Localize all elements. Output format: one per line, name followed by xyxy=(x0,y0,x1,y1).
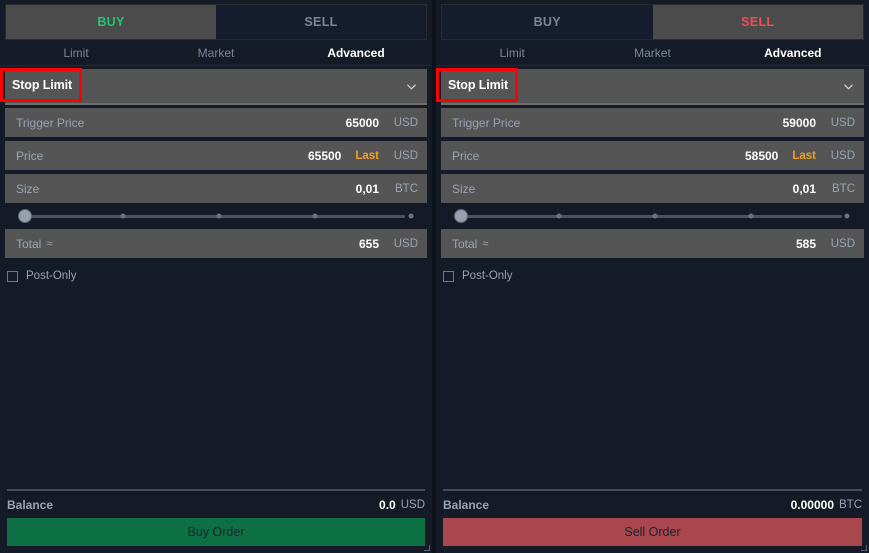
size-value: 0,01 xyxy=(792,181,816,196)
size-unit: BTC xyxy=(395,182,418,195)
slider-tick-25[interactable] xyxy=(556,213,562,219)
tab-buy[interactable]: BUY xyxy=(442,5,653,39)
sell-panel-empty-space xyxy=(436,288,869,489)
total-value: 585 xyxy=(795,236,816,251)
size-label: Size xyxy=(16,181,40,196)
price-unit: USD xyxy=(393,149,418,162)
order-type-selected-label: Stop Limit xyxy=(12,78,73,92)
post-only-toggle[interactable]: Post-Only xyxy=(5,264,427,288)
slider-tick-75[interactable] xyxy=(748,213,754,219)
slider-tick-100[interactable] xyxy=(844,213,850,219)
sell-order-button[interactable]: Sell Order xyxy=(443,518,862,546)
slider-tick-25[interactable] xyxy=(120,213,126,219)
price-field[interactable]: Price 65500 Last USD xyxy=(5,141,427,170)
trigger-price-label: Trigger Price xyxy=(16,115,85,130)
post-only-checkbox[interactable] xyxy=(7,270,18,282)
resize-handle-sell-panel[interactable] xyxy=(860,545,868,553)
trigger-price-value: 65000 xyxy=(345,115,379,130)
balance-row-sell: Balance 0.00000 BTC xyxy=(443,491,862,518)
total-approx-symbol: ≈ xyxy=(482,237,489,250)
balance-unit: USD xyxy=(400,498,425,511)
size-field[interactable]: Size 0,01 BTC xyxy=(5,174,427,203)
post-only-checkbox[interactable] xyxy=(443,270,454,282)
slider-handle[interactable] xyxy=(454,209,468,223)
size-field[interactable]: Size 0,01 BTC xyxy=(441,174,864,203)
total-field: Total ≈ 655 USD xyxy=(5,229,427,258)
tab-limit[interactable]: Limit xyxy=(442,46,582,60)
size-percent-slider[interactable] xyxy=(441,203,864,229)
price-field[interactable]: Price 58500 Last USD xyxy=(441,141,864,170)
order-type-dropdown[interactable]: Stop Limit xyxy=(0,68,427,103)
total-unit: USD xyxy=(830,237,855,250)
trigger-price-unit: USD xyxy=(393,116,418,129)
slider-track xyxy=(25,214,405,218)
balance-value: 0.0 xyxy=(379,497,396,512)
sell-order-panel: BUY SELL Limit Market Advanced Stop Limi… xyxy=(436,0,869,553)
tab-sell[interactable]: SELL xyxy=(652,5,863,39)
trigger-price-field[interactable]: Trigger Price 59000 USD xyxy=(441,108,864,137)
tab-market[interactable]: Market xyxy=(582,46,722,60)
price-last-button[interactable]: Last xyxy=(355,150,379,162)
total-approx-symbol: ≈ xyxy=(46,237,53,250)
post-only-toggle[interactable]: Post-Only xyxy=(441,264,864,288)
price-label: Price xyxy=(16,148,44,163)
total-label: Total xyxy=(452,236,478,251)
total-field: Total ≈ 585 USD xyxy=(441,229,864,258)
side-tab-group-buy-panel: BUY SELL xyxy=(5,4,427,40)
total-value: 655 xyxy=(358,236,379,251)
buy-order-panel: BUY SELL Limit Market Advanced Stop Limi… xyxy=(0,0,433,553)
balance-row-buy: Balance 0.0 USD xyxy=(7,491,425,518)
side-tab-group-sell-panel: BUY SELL xyxy=(441,4,864,40)
post-only-label: Post-Only xyxy=(26,270,77,282)
trigger-price-value: 59000 xyxy=(782,115,816,130)
order-type-selected-label: Stop Limit xyxy=(448,78,509,92)
price-value: 58500 xyxy=(744,148,779,163)
slider-tick-50[interactable] xyxy=(216,213,222,219)
tab-advanced[interactable]: Advanced xyxy=(723,46,863,60)
order-entry-panels: BUY SELL Limit Market Advanced Stop Limi… xyxy=(0,0,869,553)
slider-track xyxy=(461,214,842,218)
trigger-price-unit: USD xyxy=(830,116,855,129)
order-type-dropdown[interactable]: Stop Limit xyxy=(436,68,864,103)
slider-tick-50[interactable] xyxy=(652,213,658,219)
trigger-price-label: Trigger Price xyxy=(452,115,521,130)
balance-label: Balance xyxy=(443,497,490,512)
buy-order-button[interactable]: Buy Order xyxy=(7,518,425,546)
tab-sell[interactable]: SELL xyxy=(216,5,426,39)
resize-handle-buy-panel[interactable] xyxy=(423,545,431,553)
price-label: Price xyxy=(452,148,480,163)
size-value: 0,01 xyxy=(355,181,379,196)
balance-label: Balance xyxy=(7,497,54,512)
tab-limit[interactable]: Limit xyxy=(6,46,146,60)
order-type-tab-group-buy-panel: Limit Market Advanced xyxy=(0,40,432,66)
tab-advanced[interactable]: Advanced xyxy=(286,46,426,60)
balance-value: 0.00000 xyxy=(790,497,834,512)
chevron-down-icon xyxy=(844,83,853,89)
order-fields-buy: Trigger Price 65000 USD Price 65500 Last… xyxy=(0,105,432,203)
balance-unit: BTC xyxy=(839,498,862,511)
buy-panel-empty-space xyxy=(0,288,432,489)
tab-buy[interactable]: BUY xyxy=(6,5,216,39)
size-percent-slider[interactable] xyxy=(5,203,427,229)
size-label: Size xyxy=(452,181,476,196)
total-unit: USD xyxy=(393,237,418,250)
price-unit: USD xyxy=(830,149,855,162)
tab-market[interactable]: Market xyxy=(146,46,286,60)
price-last-button[interactable]: Last xyxy=(792,150,816,162)
chevron-down-icon xyxy=(407,83,416,89)
price-value: 65500 xyxy=(307,148,342,163)
order-type-highlight-box: Stop Limit xyxy=(436,68,519,102)
trigger-price-field[interactable]: Trigger Price 65000 USD xyxy=(5,108,427,137)
slider-tick-75[interactable] xyxy=(312,213,318,219)
order-fields-sell: Trigger Price 59000 USD Price 58500 Last… xyxy=(436,105,869,203)
slider-handle[interactable] xyxy=(18,209,32,223)
order-type-tab-group-sell-panel: Limit Market Advanced xyxy=(436,40,869,66)
slider-tick-100[interactable] xyxy=(408,213,414,219)
total-section-sell: Total ≈ 585 USD xyxy=(436,229,869,258)
total-section-buy: Total ≈ 655 USD xyxy=(0,229,432,258)
size-unit: BTC xyxy=(832,182,855,195)
order-type-highlight-box: Stop Limit xyxy=(0,68,83,102)
total-label: Total xyxy=(16,236,42,251)
post-only-label: Post-Only xyxy=(462,270,513,282)
